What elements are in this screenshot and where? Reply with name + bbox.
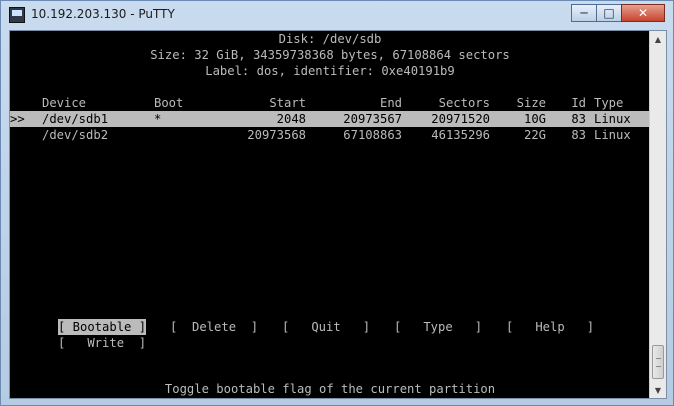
minimize-button[interactable]: ─ xyxy=(571,4,597,22)
partition-size: 10G xyxy=(523,112,546,126)
partition-device: /dev/sdb2 xyxy=(42,128,109,142)
partition-row-sdb1[interactable]: >> /dev/sdb1 * 2048 20973567 20971520 10… xyxy=(10,111,650,127)
partition-table-header: Device Boot Start End Sectors Size Id Ty… xyxy=(10,95,650,111)
menu-type[interactable]: [ Type ] xyxy=(394,319,482,335)
header-sectors: Sectors xyxy=(438,96,490,110)
close-button[interactable]: ✕ xyxy=(621,4,665,22)
vertical-scrollbar[interactable]: ▲ ▼ xyxy=(649,31,666,398)
header-end: End xyxy=(379,96,402,110)
partition-sectors: 46135296 xyxy=(431,128,490,142)
maximize-button[interactable]: □ xyxy=(596,4,622,22)
partition-type: Linux xyxy=(594,112,631,126)
menu-help[interactable]: [ Help ] xyxy=(506,319,594,335)
putty-icon[interactable] xyxy=(9,7,25,23)
partition-end: 20973567 xyxy=(343,112,402,126)
partition-boot-flag: * xyxy=(154,112,162,126)
terminal-area[interactable]: Disk: /dev/sdb Size: 32 GiB, 34359738368… xyxy=(9,30,667,399)
header-type: Type xyxy=(594,96,624,110)
header-size: Size xyxy=(516,96,546,110)
partition-size: 22G xyxy=(523,128,546,142)
scroll-thumb[interactable] xyxy=(652,345,664,379)
disk-label-line: Label: dos, identifier: 0xe40191b9 xyxy=(205,64,455,78)
scroll-down-icon[interactable]: ▼ xyxy=(650,382,666,398)
partition-start: 20973568 xyxy=(247,128,306,142)
partition-start: 2048 xyxy=(276,112,306,126)
partition-end: 67108863 xyxy=(343,128,402,142)
menu-delete[interactable]: [ Delete ] xyxy=(170,319,258,335)
title-bar[interactable]: 10.192.203.130 - PuTTY ─ □ ✕ xyxy=(1,1,673,29)
menu-quit[interactable]: [ Quit ] xyxy=(282,319,370,335)
menu-bootable[interactable]: [ Bootable ] xyxy=(58,319,147,335)
header-boot: Boot xyxy=(154,96,184,110)
putty-window: 10.192.203.130 - PuTTY ─ □ ✕ Disk: /dev/… xyxy=(0,0,674,406)
partition-row-sdb2[interactable]: /dev/sdb2 20973568 67108863 46135296 22G… xyxy=(10,127,650,143)
partition-sectors: 20971520 xyxy=(431,112,490,126)
status-line: Toggle bootable flag of the current part… xyxy=(164,382,496,396)
partition-type: Linux xyxy=(594,128,631,142)
cfdisk-screen: Disk: /dev/sdb Size: 32 GiB, 34359738368… xyxy=(10,31,650,398)
disk-size-line: Size: 32 GiB, 34359738368 bytes, 6710886… xyxy=(150,48,510,62)
selection-marker: >> xyxy=(10,112,25,126)
window-controls: ─ □ ✕ xyxy=(571,4,665,22)
partition-device: /dev/sdb1 xyxy=(42,112,109,126)
partition-id: 83 xyxy=(571,128,586,142)
scroll-up-icon[interactable]: ▲ xyxy=(650,31,666,47)
disk-header: Disk: /dev/sdb xyxy=(278,32,382,46)
menu-write[interactable]: [ Write ] xyxy=(58,335,146,351)
window-title: 10.192.203.130 - PuTTY xyxy=(31,7,175,21)
header-id: Id xyxy=(571,96,586,110)
header-start: Start xyxy=(269,96,306,110)
header-device: Device xyxy=(42,96,87,110)
partition-id: 83 xyxy=(571,112,586,126)
